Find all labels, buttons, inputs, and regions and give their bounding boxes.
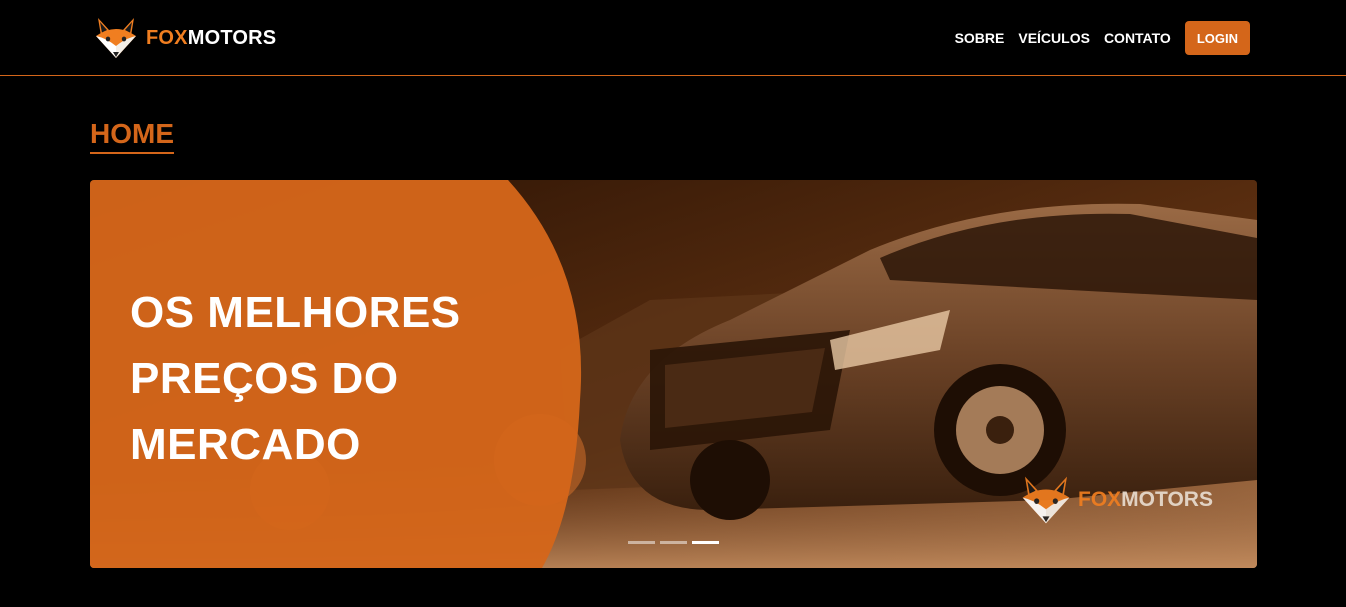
hero-headline-line: PREÇOS DO [130,354,399,403]
fox-logo-icon [96,18,136,58]
nav-link-veiculos[interactable]: VEÍCULOS [1018,30,1090,46]
hero-headline: OS MELHORES PREÇOS DO MERCADO [130,280,530,478]
brand-logo[interactable]: FOXMOTORS [92,16,276,60]
brand-name: FOXMOTORS [146,27,276,50]
nav-link-contato[interactable]: CONTATO [1104,30,1171,46]
carousel-indicator-active[interactable] [692,541,719,544]
hero-carousel[interactable]: OS MELHORES PREÇOS DO MERCADO FOXMOTORS [90,180,1257,568]
login-button[interactable]: LOGIN [1184,21,1250,55]
page-title: HOME [90,118,174,154]
top-navbar: FOXMOTORS SOBRE VEÍCULOS CONTATO LOGIN [0,0,1346,76]
carousel-indicator[interactable] [660,541,687,544]
watermark-brand-name: FOXMOTORS [1078,488,1213,512]
nav-link-sobre[interactable]: SOBRE [955,30,1005,46]
watermark-fox: FOX [1078,488,1122,511]
watermark-motors: MOTORS [1121,488,1213,511]
carousel-indicators [628,541,724,544]
brand-name-fox: FOX [146,26,188,49]
main-nav: SOBRE VEÍCULOS CONTATO LOGIN [955,21,1250,55]
fox-logo-icon [1022,476,1070,524]
hero-headline-line: OS MELHORES [130,288,461,337]
hero-headline-line: MERCADO [130,420,361,469]
carousel-indicator[interactable] [628,541,655,544]
hero-watermark-logo: FOXMOTORS [1018,474,1213,526]
brand-name-motors: MOTORS [187,26,277,49]
